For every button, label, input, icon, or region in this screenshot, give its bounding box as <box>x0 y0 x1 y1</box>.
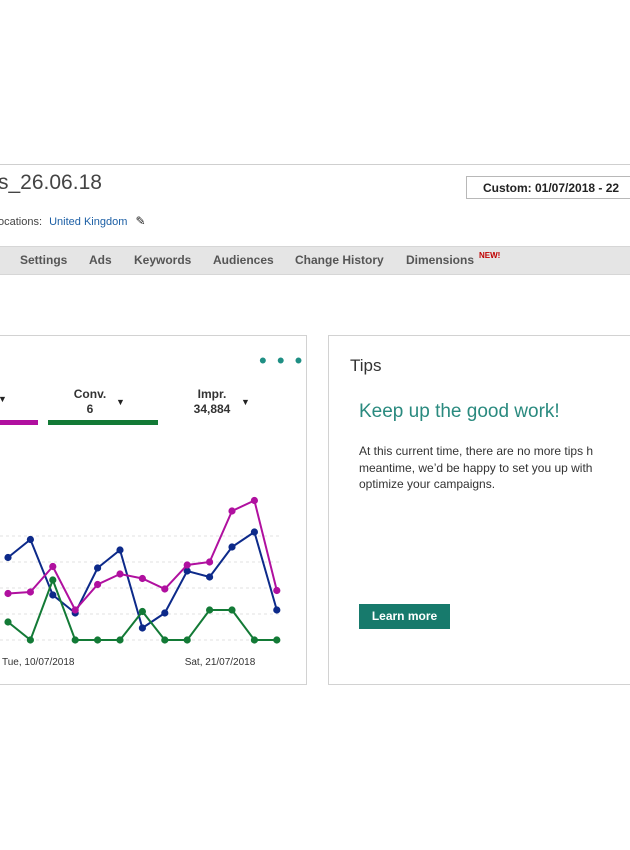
chart-point[interactable] <box>26 636 34 644</box>
tab-settings[interactable]: Settings <box>20 253 67 267</box>
metric-color-bar <box>48 420 158 425</box>
chart-point[interactable] <box>71 636 79 644</box>
chart-point[interactable] <box>49 576 57 584</box>
x-tick-label: Tue, 10/07/2018 <box>2 657 75 668</box>
chart-point[interactable] <box>250 636 258 644</box>
tips-title: Tips <box>350 356 382 375</box>
metric-dropdown-caret-icon[interactable]: ▼ <box>0 394 7 404</box>
chart-point[interactable] <box>4 618 12 626</box>
tab-keywords[interactable]: Keywords <box>134 253 191 267</box>
tab-bar: Settings Ads Keywords Audiences Change H… <box>0 246 630 275</box>
tab-dimensions[interactable]: Dimensions <box>406 253 474 267</box>
chart-point[interactable] <box>49 562 57 571</box>
metric-value: 34,884 <box>193 402 231 416</box>
more-options-icon[interactable]: • • • <box>259 350 304 372</box>
chart-point[interactable] <box>26 588 34 596</box>
chart-point[interactable] <box>273 606 281 614</box>
learn-more-button[interactable]: Learn more <box>359 604 450 629</box>
chart-point[interactable] <box>26 535 34 544</box>
metric-label[interactable]: Conv. <box>72 387 108 401</box>
chart-point[interactable] <box>94 636 102 644</box>
chart-point[interactable] <box>116 636 124 644</box>
chart-point[interactable] <box>228 543 236 551</box>
chart-point[interactable] <box>138 624 146 632</box>
tips-panel <box>328 335 630 685</box>
chart-point[interactable] <box>138 574 146 583</box>
tab-audiences[interactable]: Audiences <box>213 253 274 267</box>
header-divider <box>0 164 630 165</box>
campaign-title: s_26.06.18 <box>0 171 102 194</box>
tab-ads[interactable]: Ads <box>89 253 112 267</box>
chart-point[interactable] <box>250 528 258 536</box>
locations-label: ocations: <box>0 216 43 228</box>
chart-point[interactable] <box>161 609 169 617</box>
date-range-selector[interactable]: Custom: 01/07/2018 - 22 <box>466 176 630 199</box>
metric-dropdown-caret-icon[interactable]: ▼ <box>241 397 250 407</box>
chart-point[interactable] <box>4 553 12 562</box>
chart-point[interactable] <box>183 561 191 569</box>
tips-body-line: optimize your campaigns. <box>359 477 496 491</box>
chart-point[interactable] <box>71 606 79 614</box>
tips-body-line: At this current time, there are no more … <box>359 444 594 458</box>
metric-value: 6 <box>86 402 94 416</box>
chart-point[interactable] <box>206 606 214 614</box>
tips-body: At this current time, there are no more … <box>359 443 593 493</box>
x-tick-label: Sat, 21/07/2018 <box>185 657 256 668</box>
metric-label[interactable]: Impr. <box>187 387 237 401</box>
tips-heading: Keep up the good work! <box>359 401 560 422</box>
edit-pencil-icon[interactable]: ✎ <box>135 214 145 228</box>
chart-point[interactable] <box>206 573 214 581</box>
chart-point[interactable] <box>94 580 102 589</box>
new-badge: NEW! <box>479 251 501 260</box>
chart-point[interactable] <box>4 589 12 598</box>
chart-point[interactable] <box>273 586 281 595</box>
chart-point[interactable] <box>273 636 281 644</box>
chart-point[interactable] <box>161 585 169 593</box>
locations-info: ocations: United Kingdom ✎ <box>0 214 146 228</box>
metric-color-bar <box>0 420 38 425</box>
performance-line-chart: Tue, 10/07/2018 Sat, 21/07/2018 <box>0 496 281 668</box>
chart-point[interactable] <box>116 570 124 578</box>
chart-point[interactable] <box>250 496 258 505</box>
chart-point[interactable] <box>183 636 191 644</box>
tab-change-history[interactable]: Change History <box>295 253 384 267</box>
chart-point[interactable] <box>228 606 236 614</box>
chart-point[interactable] <box>228 507 236 515</box>
tips-body-line: meantime, we’d be happy to set you up wi… <box>359 460 593 475</box>
chart-point[interactable] <box>161 636 169 644</box>
locations-link[interactable]: United Kingdom <box>49 216 127 228</box>
chart-point[interactable] <box>138 607 146 616</box>
chart-point[interactable] <box>49 591 57 599</box>
metric-dropdown-caret-icon[interactable]: ▼ <box>116 397 125 407</box>
chart-point[interactable] <box>116 546 124 554</box>
chart-point[interactable] <box>94 564 102 572</box>
chart-point[interactable] <box>206 558 214 566</box>
